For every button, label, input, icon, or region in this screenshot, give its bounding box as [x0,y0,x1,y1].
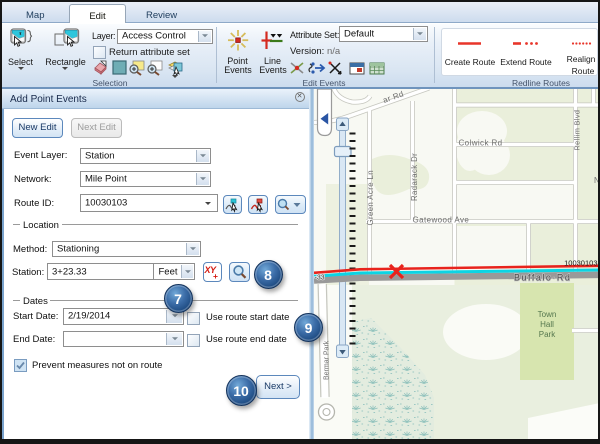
svg-text:Buffalo·Rd: Buffalo·Rd [514,272,571,282]
svg-text:Gatewood Ave: Gatewood Ave [413,215,470,224]
svg-text:Radarack Dr: Radarack Dr [410,152,419,200]
svg-text:N: N [594,176,598,185]
svg-text:Hall: Hall [540,320,554,329]
svg-text:Green Acre Ln: Green Acre Ln [366,170,375,225]
svg-text:-33: -33 [315,274,325,281]
svg-text:Park: Park [539,330,556,339]
svg-text:10030103: 10030103 [564,258,597,267]
svg-text:Town: Town [538,310,557,319]
svg-text:Bermar Park: Bermar Park [323,340,330,380]
svg-text:Colwick Rd: Colwick Rd [459,138,503,147]
svg-text:Rellim Blvd: Rellim Blvd [573,109,582,150]
